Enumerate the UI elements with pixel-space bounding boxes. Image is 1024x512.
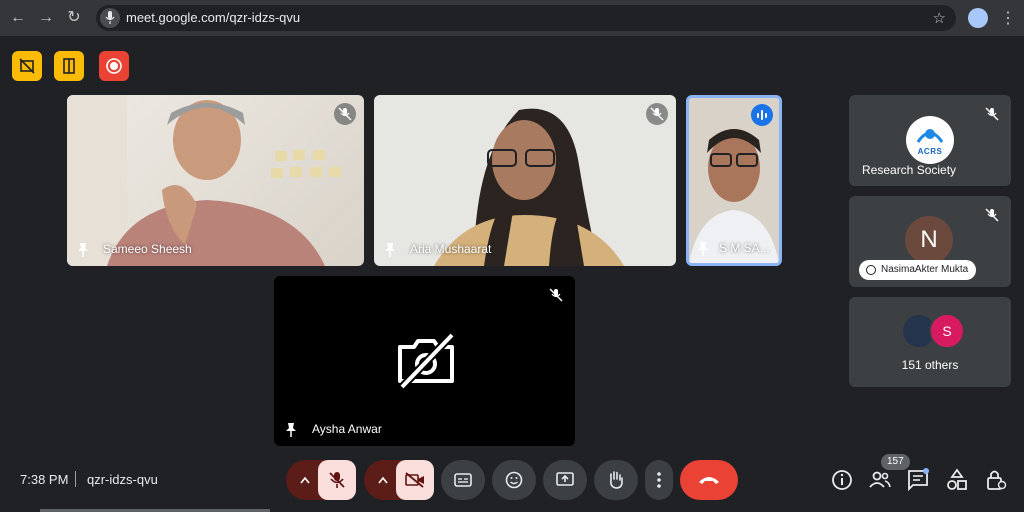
leave-call-button[interactable]: [680, 460, 738, 500]
participant-name: Sameeo Sheesh: [103, 242, 192, 256]
avatar: N: [905, 216, 953, 264]
captions-button[interactable]: [441, 460, 485, 500]
participant-tile-nasima[interactable]: N NasimaAkter Mukta: [849, 196, 1011, 287]
hang-up-icon: [699, 477, 719, 484]
pin-icon[interactable]: [283, 422, 299, 438]
others-count-label: 151 others: [901, 358, 959, 372]
participant-video: [434, 108, 624, 266]
muted-icon: [334, 103, 356, 125]
leave-door-button[interactable]: [54, 51, 84, 81]
participant-name: NasimaAkter Mukta: [881, 264, 969, 275]
muted-icon: [545, 284, 567, 306]
meeting-time: 7:38 PM: [20, 472, 69, 487]
host-controls-button[interactable]: [12, 51, 42, 81]
pin-icon[interactable]: [75, 242, 91, 258]
record-icon: [106, 58, 122, 74]
participant-tile[interactable]: Aria Mushaarat: [374, 95, 676, 266]
people-count-badge: 157: [881, 454, 910, 470]
emoji-icon: [505, 471, 523, 489]
back-icon[interactable]: ←: [8, 8, 28, 28]
participant-tile-active-speaker[interactable]: S M SA...: [686, 95, 782, 266]
participant-tile-research-society[interactable]: ACRS Research Society: [849, 95, 1011, 186]
pin-icon[interactable]: [695, 241, 711, 257]
profile-avatar-icon[interactable]: [968, 8, 988, 28]
reload-icon[interactable]: ↻: [64, 8, 84, 28]
browser-menu-icon[interactable]: ⋮: [1000, 8, 1016, 28]
participant-tile-others[interactable]: S 151 others: [849, 297, 1011, 387]
muted-icon: [981, 204, 1003, 226]
captions-icon: [454, 473, 472, 487]
chevron-up-icon[interactable]: [378, 476, 388, 484]
door-icon: [63, 58, 75, 74]
muted-icon: [981, 103, 1003, 125]
participant-name: Aysha Anwar: [312, 422, 382, 436]
bookmark-star-icon[interactable]: ☆: [933, 9, 946, 27]
people-icon[interactable]: [868, 468, 892, 492]
chat-icon[interactable]: [906, 468, 930, 492]
forward-icon[interactable]: →: [36, 8, 56, 28]
participant-video: [67, 95, 341, 266]
participant-name: Aria Mushaarat: [410, 242, 492, 256]
avatar: S: [929, 313, 965, 349]
host-lock-icon[interactable]: [984, 468, 1008, 492]
more-vert-icon: [657, 472, 661, 488]
recording-button[interactable]: [99, 51, 129, 81]
meeting-controls-bar: 7:38 PM qzr-idzs-qvu: [0, 456, 1024, 504]
camera-off-icon: [405, 472, 424, 488]
divider: [75, 471, 76, 487]
participant-tile[interactable]: Aysha Anwar: [274, 276, 575, 446]
microphone-control-group: [286, 460, 356, 500]
camera-off-icon: [398, 333, 455, 389]
name-chip: NasimaAkter Mukta: [859, 260, 977, 280]
chevron-up-icon[interactable]: [300, 476, 310, 484]
participant-tile[interactable]: Sameeo Sheesh: [67, 95, 364, 266]
present-icon: [556, 472, 574, 486]
pin-icon[interactable]: [382, 242, 398, 258]
more-options-button[interactable]: [645, 460, 673, 500]
muted-icon: [646, 103, 668, 125]
participant-name: S M SA...: [719, 241, 770, 255]
host-controls-icon: [19, 58, 35, 74]
address-bar[interactable]: meet.google.com/qzr-idzs-qvu ☆: [96, 5, 956, 31]
logo-text: ACRS: [917, 147, 943, 156]
participant-name: Research Society: [862, 163, 957, 177]
mic-off-icon: [329, 472, 345, 488]
research-society-logo: ACRS: [906, 116, 954, 164]
meeting-code: qzr-idzs-qvu: [87, 472, 158, 487]
raise-hand-button[interactable]: [594, 460, 638, 500]
emoji-reaction-button[interactable]: [492, 460, 536, 500]
camera-control-group: [364, 460, 434, 500]
speaking-indicator-icon: [751, 104, 773, 126]
microphone-toggle-button[interactable]: [318, 460, 356, 500]
activities-icon[interactable]: [945, 468, 969, 492]
present-screen-button[interactable]: [543, 460, 587, 500]
url-text: meet.google.com/qzr-idzs-qvu: [126, 10, 301, 25]
raise-hand-icon: [610, 471, 623, 489]
browser-toolbar: ← → ↻ meet.google.com/qzr-idzs-qvu ☆ ⋮: [0, 0, 1024, 36]
hand-icon: [866, 265, 876, 275]
site-info-icon[interactable]: [100, 8, 120, 28]
camera-toggle-button[interactable]: [396, 460, 434, 500]
meeting-info-icon[interactable]: [830, 468, 854, 492]
